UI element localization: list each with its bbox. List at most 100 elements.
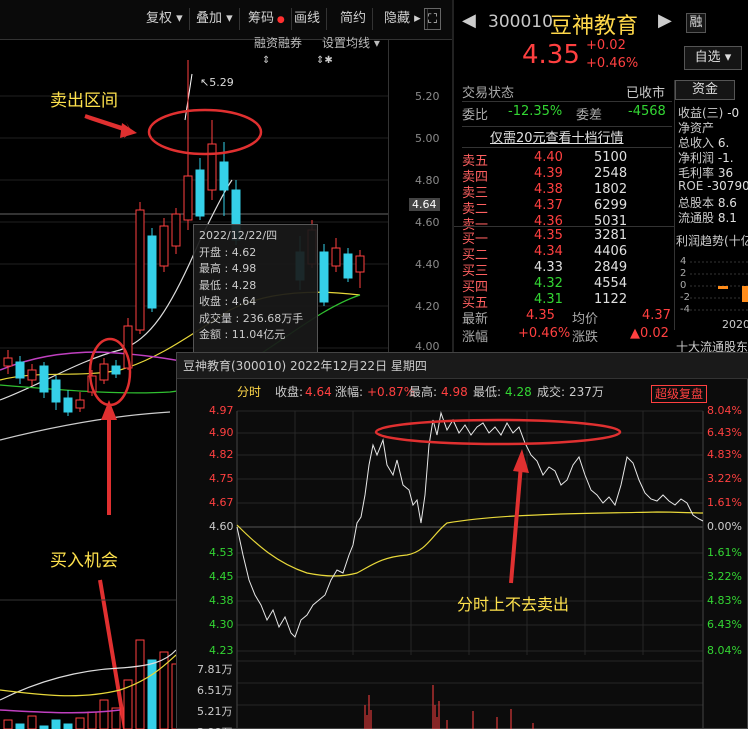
candle-body: [331, 247, 341, 267]
ask-row[interactable]: 卖四 4.39 2548: [462, 166, 672, 185]
intraday-price-tick: 4.60: [209, 520, 234, 533]
price-tick: 4.80: [415, 174, 440, 187]
bid-row[interactable]: 买三 4.33 2849: [462, 260, 672, 279]
current-price-tag: 4.64: [409, 198, 440, 211]
tooltip-row: 金额 : 11.04亿元: [199, 328, 286, 341]
intraday-pct-tick: 8.04%: [707, 644, 742, 657]
add-watchlist-label: 自选: [694, 50, 721, 65]
price-tick: 4.20: [415, 300, 440, 313]
ask-row[interactable]: 卖二 4.37 6299: [462, 198, 672, 217]
bid-row[interactable]: 买二 4.34 4406: [462, 244, 672, 263]
draw-line-button[interactable]: 画线: [288, 8, 328, 30]
candle-body: [207, 143, 217, 191]
candle-body: [171, 213, 181, 247]
intraday-price-tick: 4.38: [209, 594, 234, 607]
candle-body: [51, 379, 61, 403]
draw-line-label: 画线: [294, 11, 321, 26]
intraday-popup[interactable]: 豆神教育(300010) 2022年12月22日 星期四 分时 收盘: 4.64…: [176, 352, 748, 729]
intraday-pct-tick: 6.43%: [707, 618, 742, 631]
tooltip-row: 最高 : 4.98: [199, 262, 257, 275]
stock-name: 豆神教育: [550, 14, 639, 39]
price-change-pct: +0.46%: [586, 56, 639, 71]
candle-body: [111, 365, 121, 375]
intraday-pct-tick: 6.43%: [707, 426, 742, 439]
candle-body: [355, 255, 365, 273]
chip-button[interactable]: 筹码 ●: [242, 8, 292, 30]
fuquan-button[interactable]: 复权 ▾: [140, 8, 190, 30]
candle-body: [219, 161, 229, 191]
candle-body: [195, 169, 205, 217]
price-tick: 4.60: [415, 216, 440, 229]
ask-row[interactable]: 卖五 4.40 5100: [462, 150, 672, 169]
candle-body: [27, 369, 37, 381]
simple-label: 简约: [340, 11, 367, 26]
volume-bar: [51, 719, 61, 729]
intraday-pct-tick: 1.61%: [707, 546, 742, 559]
prev-stock-icon[interactable]: ◀: [462, 10, 476, 31]
margin-badge[interactable]: 融: [686, 13, 706, 33]
book-divider: [454, 226, 674, 227]
volume-bar: [15, 723, 25, 729]
buy-chance-annotation: 买入机会: [50, 551, 118, 571]
change-row: 涨幅 +0.46% 涨跌 ▲0.02: [462, 326, 669, 345]
trend-year: 2020: [722, 318, 748, 331]
volume-bar: [63, 723, 73, 729]
intraday-title: 豆神教育(300010) 2022年12月22日 星期四: [177, 353, 748, 379]
add-watchlist-button[interactable]: 自选 ▾: [684, 46, 742, 70]
candle-body: [135, 209, 145, 331]
intraday-price-tick: 4.23: [209, 644, 234, 657]
intraday-pct-tick: 3.22%: [707, 570, 742, 583]
tab-fenshi[interactable]: 分时: [237, 381, 261, 403]
overlay-button[interactable]: 叠加 ▾: [190, 8, 240, 30]
bid-row[interactable]: 买一 4.35 3281: [462, 228, 672, 247]
overlay-label: 叠加: [196, 11, 223, 26]
intraday-price-tick: 4.45: [209, 570, 234, 583]
volume-bar: [75, 717, 85, 729]
fuquan-label: 复权: [146, 11, 173, 26]
intraday-pct-tick: 4.83%: [707, 594, 742, 607]
stock-code: 300010: [488, 12, 553, 32]
bid-row[interactable]: 买四 4.32 4554: [462, 276, 672, 295]
intraday-pct-tick: 0.00%: [707, 520, 742, 533]
marker-icon: ⇕: [262, 55, 271, 66]
volume-bar: [135, 639, 145, 729]
chip-label: 筹码: [248, 11, 275, 26]
candle-tooltip: 2022/12/22/四 开盘 : 4.62 最高 : 4.98 最低 : 4.…: [193, 224, 318, 354]
price-tick: 5.00: [415, 132, 440, 145]
price-tick: 4.40: [415, 258, 440, 271]
intraday-volume-tick: 6.51万: [197, 684, 233, 697]
super-replay-button[interactable]: 超级复盘: [651, 385, 708, 403]
intraday-volume-tick: 5.21万: [197, 705, 233, 718]
candle-body: [63, 397, 73, 413]
intraday-pct-tick: 8.04%: [707, 404, 742, 417]
simple-button[interactable]: 简约: [334, 8, 374, 30]
intraday-price-tick: 4.97: [209, 404, 234, 417]
intraday-pct-tick: 1.61%: [707, 496, 742, 509]
candle-body: [15, 361, 25, 379]
candle-body: [3, 357, 13, 367]
candle-body: [39, 365, 49, 393]
chart-toolbar: 复权 ▾ 叠加 ▾ 筹码 ● 画线 简约 隐藏 ▸ ⛶: [0, 0, 452, 40]
candle-body: [75, 399, 85, 409]
intraday-price-tick: 4.53: [209, 546, 234, 559]
intraday-price-tick: 4.90: [209, 426, 234, 439]
last-price: 4.35: [522, 40, 580, 70]
price-tick: 5.20: [415, 90, 440, 103]
candle-body: [147, 235, 157, 309]
finance-row: 流通股 8.1: [678, 211, 737, 225]
volume-bar: [27, 715, 37, 729]
intraday-annotation: 分时上不去卖出: [457, 595, 570, 614]
tooltip-row: 成交量 : 236.68万手: [199, 311, 304, 325]
volume-bar: [99, 699, 109, 729]
tab-capital[interactable]: 资金: [675, 80, 735, 100]
hide-button[interactable]: 隐藏 ▸: [378, 8, 428, 30]
candle-body: [319, 251, 329, 303]
candle-body: [99, 363, 109, 381]
intraday-chart: [236, 410, 704, 729]
bid-row[interactable]: 买五 4.31 1122: [462, 292, 672, 311]
profit-trend-title: 利润趋势(十亿: [676, 234, 748, 248]
upgrade-link[interactable]: 仅需20元查看十档行情: [462, 126, 672, 148]
next-stock-icon[interactable]: ▶: [658, 10, 672, 31]
ask-row[interactable]: 卖三 4.38 1802: [462, 182, 672, 201]
fullscreen-icon[interactable]: ⛶: [424, 8, 442, 30]
